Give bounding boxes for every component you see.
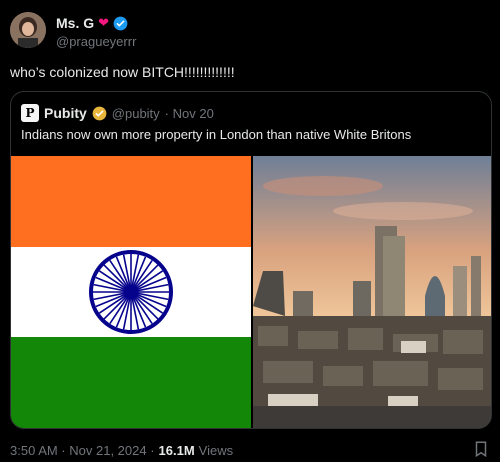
quote-date: · Nov 20 — [164, 105, 214, 121]
verified-badge-icon — [113, 16, 128, 30]
gold-verified-badge-icon — [92, 106, 107, 120]
author-handle[interactable]: @pragueyerrr — [56, 34, 136, 49]
tweet-text: who’s colonized now BITCH!!!!!!!!!!!!! — [10, 64, 235, 80]
views-count: 16.1M — [158, 443, 195, 458]
quote-text: Indians now own more property in London … — [21, 127, 412, 142]
heart-icon: ❤ — [98, 15, 110, 30]
quote-header: P Pubity @pubity · Nov 20 — [21, 103, 214, 123]
pubity-logo-icon[interactable]: P — [21, 104, 39, 122]
avatar[interactable] — [10, 12, 46, 48]
london-skyline-image[interactable] — [253, 156, 491, 428]
quote-author-handle[interactable]: @pubity — [112, 106, 160, 121]
views-label: Views — [198, 443, 234, 458]
tweet-footer: 3:50 AM · Nov 21, 2024 · 16.1M Views — [10, 443, 233, 458]
quote-author-name[interactable]: Pubity — [44, 105, 87, 121]
author-name[interactable]: Ms. G — [56, 15, 94, 31]
tweet-header: Ms. G ❤ @pragueyerrr — [10, 12, 490, 52]
tweet-timestamp[interactable]: 3:50 AM · Nov 21, 2024 · — [10, 443, 155, 458]
quote-tweet-card[interactable]: P Pubity @pubity · Nov 20 Indians now ow… — [10, 91, 492, 429]
author-name-row[interactable]: Ms. G ❤ — [56, 14, 128, 32]
india-flag-image[interactable] — [11, 156, 251, 428]
quote-media[interactable] — [11, 156, 491, 428]
bookmark-icon[interactable] — [472, 440, 490, 458]
